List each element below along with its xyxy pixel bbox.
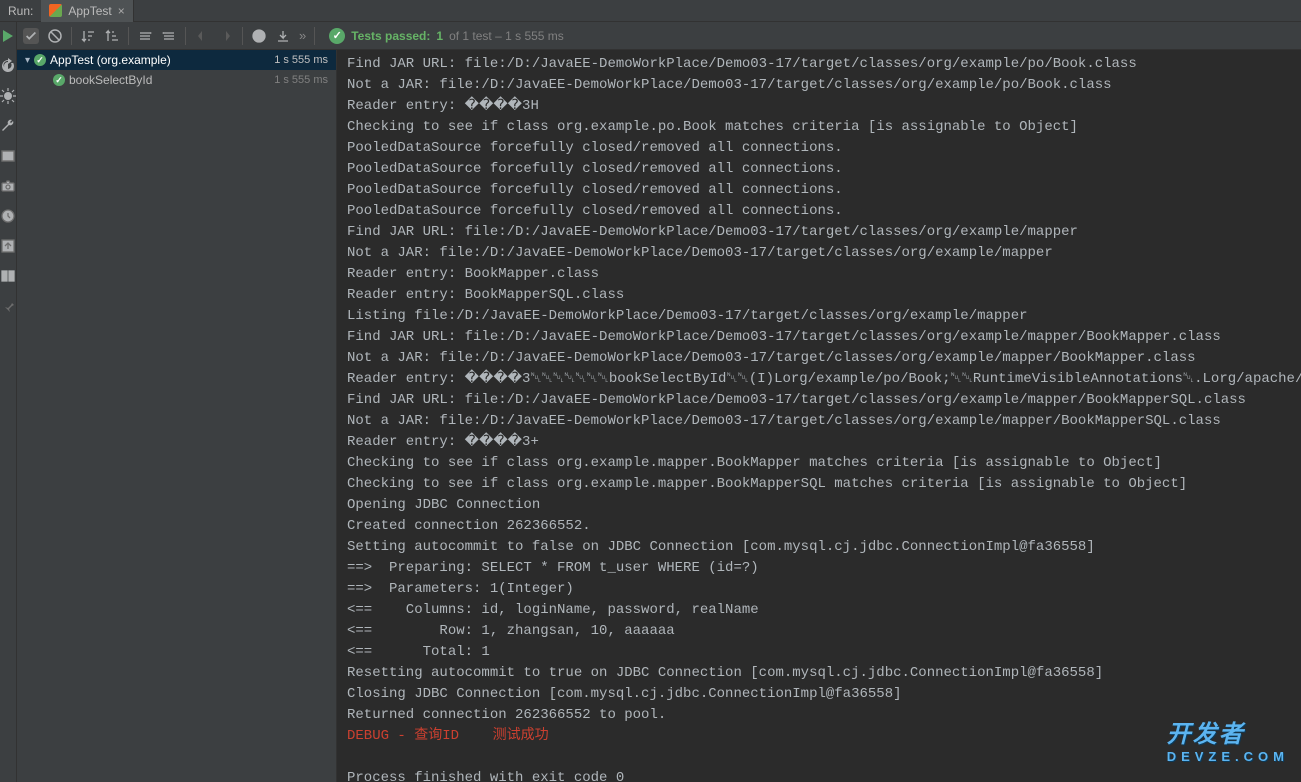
prev-test-icon[interactable] <box>194 28 210 44</box>
test-config-icon <box>49 4 62 17</box>
watch-icon[interactable] <box>251 28 267 44</box>
watermark: 开发者 DEVZE.COM <box>1167 714 1289 764</box>
test-status: Tests passed: 1 of 1 test – 1 s 555 ms <box>329 28 564 44</box>
expand-all-icon[interactable] <box>137 28 153 44</box>
tree-item-bookselectbyid[interactable]: bookSelectById 1 s 555 ms <box>17 70 336 90</box>
more-icon[interactable]: » <box>299 28 306 43</box>
import-icon[interactable] <box>275 28 291 44</box>
clock-icon[interactable] <box>0 208 16 224</box>
refresh-icon[interactable] <box>0 58 16 74</box>
console-output[interactable]: Find JAR URL: file:/D:/JavaEE-DemoWorkPl… <box>337 50 1301 782</box>
tree-item-time: 1 s 555 ms <box>274 54 328 66</box>
restore-layout-icon[interactable] <box>0 268 16 284</box>
run-panel-header: Run: AppTest × <box>0 0 1301 22</box>
tree-item-label: bookSelectById <box>69 73 152 87</box>
export-icon[interactable] <box>0 238 16 254</box>
separator <box>128 27 129 45</box>
check-icon <box>53 74 65 86</box>
separator <box>71 27 72 45</box>
check-icon <box>34 54 46 66</box>
separator <box>314 27 315 45</box>
debugger-icon[interactable] <box>0 88 16 104</box>
watermark-line2: DEVZE.COM <box>1167 749 1289 764</box>
collapse-all-icon[interactable] <box>161 28 177 44</box>
layout-icon[interactable] <box>0 148 16 164</box>
camera-icon[interactable] <box>0 178 16 194</box>
chevron-down-icon[interactable]: ▾ <box>25 55 30 66</box>
close-icon[interactable]: × <box>118 4 125 18</box>
run-label: Run: <box>0 4 41 18</box>
[interactable] <box>218 28 234 44</box>
run-side-gutter <box>0 22 17 782</box>
run-tab-apptest[interactable]: AppTest × <box>41 0 133 22</box>
pin-icon[interactable] <box>0 298 16 314</box>
tests-passed-count: 1 <box>436 29 443 43</box>
sort-up-icon[interactable] <box>104 28 120 44</box>
watermark-line1: 开发者 <box>1167 721 1245 748</box>
separator <box>185 27 186 45</box>
test-toolbar: » Tests passed: 1 of 1 test – 1 s 555 ms <box>17 22 1301 50</box>
separator <box>242 27 243 45</box>
wrench-icon[interactable] <box>0 118 16 134</box>
tests-passed-label: Tests passed: <box>351 29 430 43</box>
tree-root-apptest[interactable]: ▾ AppTest (org.example) 1 s 555 ms <box>17 50 336 70</box>
tree-item-label: AppTest (org.example) <box>50 53 171 67</box>
check-icon <box>329 28 345 44</box>
tab-title: AppTest <box>68 4 111 18</box>
tree-item-time: 1 s 555 ms <box>274 74 328 86</box>
test-tree[interactable]: ▾ AppTest (org.example) 1 s 555 ms bookS… <box>17 50 337 782</box>
show-passed-icon[interactable] <box>23 28 39 44</box>
show-ignored-icon[interactable] <box>47 28 63 44</box>
rerun-icon[interactable] <box>0 28 16 44</box>
tests-total: of 1 test – 1 s 555 ms <box>449 29 564 43</box>
sort-down-icon[interactable] <box>80 28 96 44</box>
